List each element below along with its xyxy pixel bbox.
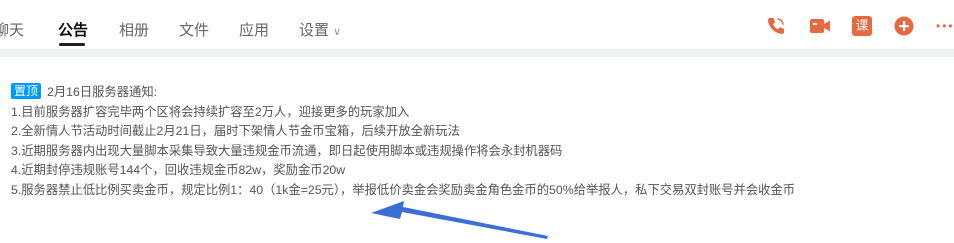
tab-announcement[interactable]: 公告: [58, 19, 88, 40]
group-header-toolbar: 聊天 公告 相册 文件 应用 设置 ∨ 课 •••: [0, 0, 954, 49]
pinned-badge: 置顶: [11, 83, 42, 99]
more-icon[interactable]: •••: [936, 15, 954, 37]
announcement-line-3: 3.近期服务器内出现大量脚本采集导致大量违规金币流通，即日起使用脚本或违规操作将…: [11, 143, 563, 158]
tab-files[interactable]: 文件: [179, 19, 209, 40]
announcement-line-4: 4.近期封停违规账号144个，回收违规金币82w，奖励金币20w: [11, 163, 346, 178]
announcement-line-5: 5.服务器禁止低比例买卖金币，规定比例1：40（1k金=25元），举报低价卖金会…: [11, 182, 796, 197]
add-icon[interactable]: [893, 15, 915, 37]
tab-apps[interactable]: 应用: [239, 19, 269, 40]
course-icon[interactable]: 课: [852, 15, 874, 37]
video-icon[interactable]: [809, 15, 831, 37]
more-icon-dots: •••: [936, 19, 954, 33]
tab-settings-label: 设置: [299, 22, 330, 39]
annotation-arrow-shape: [371, 201, 548, 239]
course-icon-glyph: 课: [852, 16, 872, 36]
announcement-body: 置顶 2月16日服务器通知: 1.目前服务器扩容完毕两个区将会持续扩容至2万人，迎…: [11, 83, 946, 201]
tab-album[interactable]: 相册: [119, 19, 149, 40]
announcement-title-line: 置顶 2月16日服务器通知:: [11, 83, 946, 103]
announcement-line-1: 1.目前服务器扩容完毕两个区将会持续扩容至2万人，迎接更多的玩家加入: [11, 104, 410, 119]
header-divider: [0, 49, 954, 57]
announcement-line-2: 2.全新情人节活动时间截止2月21日，届时下架情人节金币宝箱，后续开放全新玩法: [11, 124, 460, 139]
active-tab-indicator: [59, 43, 85, 46]
tab-settings[interactable]: 设置 ∨: [299, 19, 341, 40]
announcement-title: 2月16日服务器通知:: [47, 85, 158, 99]
chevron-down-icon: ∨: [333, 26, 342, 38]
phone-icon[interactable]: [765, 15, 787, 37]
tab-chat[interactable]: 聊天: [0, 19, 24, 40]
